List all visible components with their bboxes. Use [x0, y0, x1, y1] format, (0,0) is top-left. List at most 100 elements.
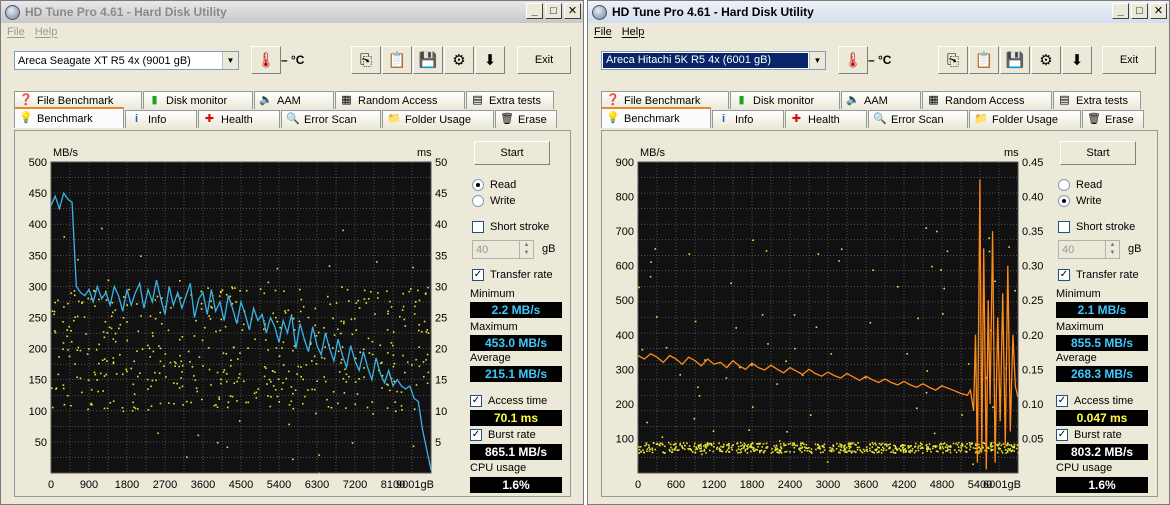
read-radio[interactable]: Read: [472, 179, 516, 191]
title-bar[interactable]: HD Tune Pro 4.61 - Hard Disk Utility _ □…: [588, 1, 1169, 23]
checkbox-box: ✓: [1056, 429, 1068, 441]
exit-button[interactable]: Exit: [517, 46, 571, 74]
close-button[interactable]: ✕: [1150, 3, 1167, 19]
tab-health[interactable]: ✚ Health: [198, 110, 280, 128]
options-button[interactable]: ⚙: [1031, 46, 1061, 74]
access-time-point: [288, 423, 290, 426]
short-stroke-size-input[interactable]: 40 ▲ ▼: [472, 240, 534, 259]
copy-info-button[interactable]: ⎘: [938, 46, 968, 74]
tab-error-scan[interactable]: 🔍 Error Scan: [281, 110, 381, 128]
access-time-point: [770, 452, 773, 454]
access-time-point: [368, 352, 371, 354]
tab-info[interactable]: i Info: [125, 110, 197, 128]
start-button[interactable]: Start: [474, 141, 550, 165]
window-title: HD Tune Pro 4.61 - Hard Disk Utility: [25, 5, 227, 19]
save-button[interactable]: 💾: [413, 46, 443, 74]
short-stroke-checkbox[interactable]: Short stroke: [1058, 221, 1135, 233]
access-time-point: [152, 350, 155, 353]
burst-rate-checkbox[interactable]: ✓ Burst rate: [1056, 429, 1122, 441]
spinner-arrows-icon[interactable]: ▲ ▼: [1105, 241, 1119, 258]
access-time-checkbox[interactable]: ✓ Access time: [470, 395, 547, 407]
minimize-button[interactable]: _: [526, 3, 543, 19]
drive-select[interactable]: Areca Hitachi 5K R5 4x (6001 gB) ▼: [601, 51, 826, 70]
access-time-point: [651, 449, 654, 451]
maximize-button[interactable]: □: [1131, 3, 1148, 19]
menu-file[interactable]: File: [7, 26, 25, 38]
access-time-point: [94, 305, 96, 307]
minimize-button[interactable]: _: [1112, 3, 1129, 19]
access-time-point: [942, 451, 944, 454]
tab-disk-monitor[interactable]: ▮ Disk monitor: [143, 91, 253, 109]
access-time-point: [1008, 246, 1010, 248]
tab-aam[interactable]: 🔈 AAM: [254, 91, 334, 109]
access-time-point: [778, 451, 780, 453]
options-button[interactable]: ⚙: [444, 46, 474, 74]
close-button[interactable]: ✕: [564, 3, 581, 19]
tab-extra-tests[interactable]: ▤ Extra tests: [1053, 91, 1141, 109]
tab-disk-monitor[interactable]: ▮ Disk monitor: [730, 91, 840, 109]
tab-benchmark[interactable]: 💡 Benchmark: [14, 107, 124, 128]
tab-health[interactable]: ✚ Health: [785, 110, 867, 128]
tab-folder-usage[interactable]: 📁 Folder Usage: [382, 110, 494, 128]
access-time-point: [337, 328, 339, 331]
access-time-point: [238, 420, 241, 422]
access-time-point: [929, 448, 932, 451]
access-time-point: [761, 314, 764, 316]
write-radio[interactable]: Write: [472, 195, 515, 207]
y-right-tick-label: 0.30: [1022, 261, 1043, 273]
access-time-checkbox[interactable]: ✓ Access time: [1056, 395, 1133, 407]
thermometer-icon[interactable]: 🌡: [251, 46, 281, 74]
tab-erase[interactable]: 🗑 Erase: [495, 110, 557, 128]
access-time-point: [136, 350, 138, 352]
menu-file[interactable]: File: [594, 26, 612, 38]
transfer-rate-checkbox[interactable]: ✓ Transfer rate: [472, 269, 553, 281]
access-time-point: [810, 451, 812, 453]
transfer-rate-checkbox[interactable]: ✓ Transfer rate: [1058, 269, 1139, 281]
tab-info[interactable]: i Info: [712, 110, 784, 128]
access-time-point: [705, 452, 707, 454]
thermometer-icon[interactable]: 🌡: [838, 46, 868, 74]
menu-help[interactable]: Help: [622, 26, 645, 38]
tab-random-access[interactable]: ▦ Random Access: [335, 91, 465, 109]
title-bar[interactable]: HD Tune Pro 4.61 - Hard Disk Utility _ □…: [1, 1, 583, 23]
tab-erase[interactable]: 🗑 Erase: [1082, 110, 1144, 128]
short-stroke-checkbox[interactable]: Short stroke: [472, 221, 549, 233]
access-time-point: [154, 317, 157, 320]
access-time-point: [354, 381, 357, 383]
drive-select[interactable]: Areca Seagate XT R5 4x (9001 gB) ▼: [14, 51, 239, 70]
write-radio[interactable]: Write: [1058, 195, 1101, 207]
menu-help[interactable]: Help: [35, 26, 58, 38]
download-button[interactable]: ⬇: [1062, 46, 1092, 74]
access-time-point: [152, 335, 154, 337]
tab-benchmark[interactable]: 💡 Benchmark: [601, 107, 711, 128]
chevron-down-icon[interactable]: ▼: [222, 52, 238, 69]
access-time-point: [949, 445, 951, 448]
tab-error-scan[interactable]: 🔍 Error Scan: [868, 110, 968, 128]
access-time-point: [299, 288, 301, 291]
tab-random-access[interactable]: ▦ Random Access: [922, 91, 1052, 109]
access-time-point: [695, 446, 698, 448]
copy-screenshot-button[interactable]: 📋: [382, 46, 412, 74]
download-button[interactable]: ⬇: [475, 46, 505, 74]
chevron-down-icon[interactable]: ▼: [809, 52, 825, 69]
spinner-arrows-icon[interactable]: ▲ ▼: [519, 241, 533, 258]
exit-button[interactable]: Exit: [1102, 46, 1156, 74]
tab-extra-tests[interactable]: ▤ Extra tests: [466, 91, 554, 109]
tab-folder-usage[interactable]: 📁 Folder Usage: [969, 110, 1081, 128]
save-button[interactable]: 💾: [1000, 46, 1030, 74]
read-radio[interactable]: Read: [1058, 179, 1102, 191]
copy-screenshot-button[interactable]: 📋: [969, 46, 999, 74]
access-time-point: [299, 310, 302, 313]
burst-rate-checkbox[interactable]: ✓ Burst rate: [470, 429, 536, 441]
y-left-tick-label: 600: [616, 261, 634, 273]
tab-aam[interactable]: 🔈 AAM: [841, 91, 921, 109]
access-time-point: [943, 287, 945, 290]
maximize-button[interactable]: □: [545, 3, 562, 19]
average-label: Average: [470, 352, 511, 364]
copy-info-button[interactable]: ⎘: [351, 46, 381, 74]
access-time-point: [418, 324, 420, 326]
start-button[interactable]: Start: [1060, 141, 1136, 165]
access-time-point: [742, 447, 745, 449]
short-stroke-size-input[interactable]: 40 ▲ ▼: [1058, 240, 1120, 259]
access-time-point: [213, 404, 216, 407]
